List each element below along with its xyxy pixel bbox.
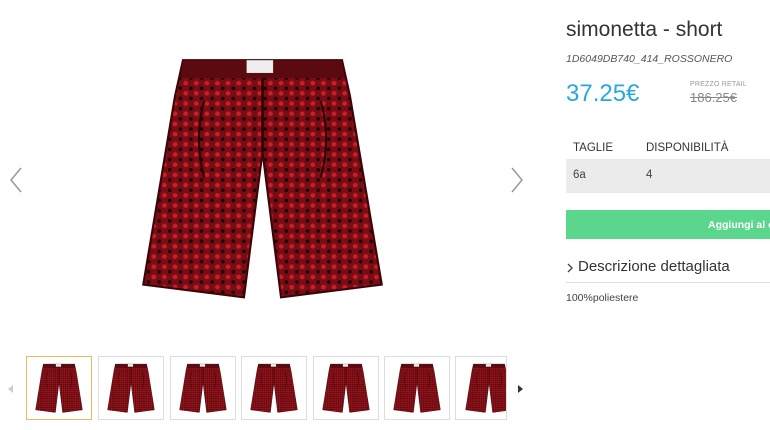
size-cell: 6a <box>573 169 586 181</box>
chevron-left-icon[interactable] <box>5 162 27 198</box>
thumbnail-7[interactable] <box>455 356 507 420</box>
description-label: Descrizione dettagliata <box>578 258 730 275</box>
thumbnail-4[interactable] <box>241 356 307 420</box>
thumbnail-2[interactable] <box>98 356 164 420</box>
chevron-right-icon <box>567 263 573 273</box>
main-product-image <box>130 50 395 305</box>
caret-left-icon[interactable] <box>5 382 17 396</box>
table-row[interactable]: 6a 4 <box>566 159 770 193</box>
retail-price: 186.25€ <box>690 90 737 105</box>
chevron-right-icon[interactable] <box>506 162 528 198</box>
product-sku: 1D6049DB740_414_ROSSONERO <box>566 53 733 65</box>
header-disponibilita: DISPONIBILITÀ <box>646 142 729 154</box>
material-text: 100%poliestere <box>566 292 639 304</box>
product-title: simonetta - short <box>566 18 723 41</box>
description-toggle[interactable]: Descrizione dettagliata <box>566 256 770 282</box>
product-details: simonetta - short 1D6049DB740_414_ROSSON… <box>566 0 770 430</box>
add-to-cart-label: Aggiungi al c <box>708 219 770 231</box>
thumbnail-strip <box>0 354 530 426</box>
thumbnail-5[interactable] <box>313 356 379 420</box>
sizes-table-header: TAGLIE DISPONIBILITÀ <box>566 135 770 159</box>
caret-right-icon[interactable] <box>515 382 527 396</box>
product-price: 37.25€ <box>566 80 640 107</box>
sizes-table: TAGLIE DISPONIBILITÀ 6a 4 <box>566 135 770 193</box>
thumbnail-6[interactable] <box>384 356 450 420</box>
retail-price-label: PREZZO RETAIL <box>690 81 747 88</box>
add-to-cart-button[interactable]: Aggiungi al c <box>566 210 770 239</box>
divider <box>566 282 770 283</box>
thumbnail-3[interactable] <box>170 356 236 420</box>
header-taglie: TAGLIE <box>573 142 614 154</box>
product-gallery <box>0 0 545 430</box>
thumbnail-1[interactable] <box>26 356 92 420</box>
availability-cell: 4 <box>646 169 653 181</box>
